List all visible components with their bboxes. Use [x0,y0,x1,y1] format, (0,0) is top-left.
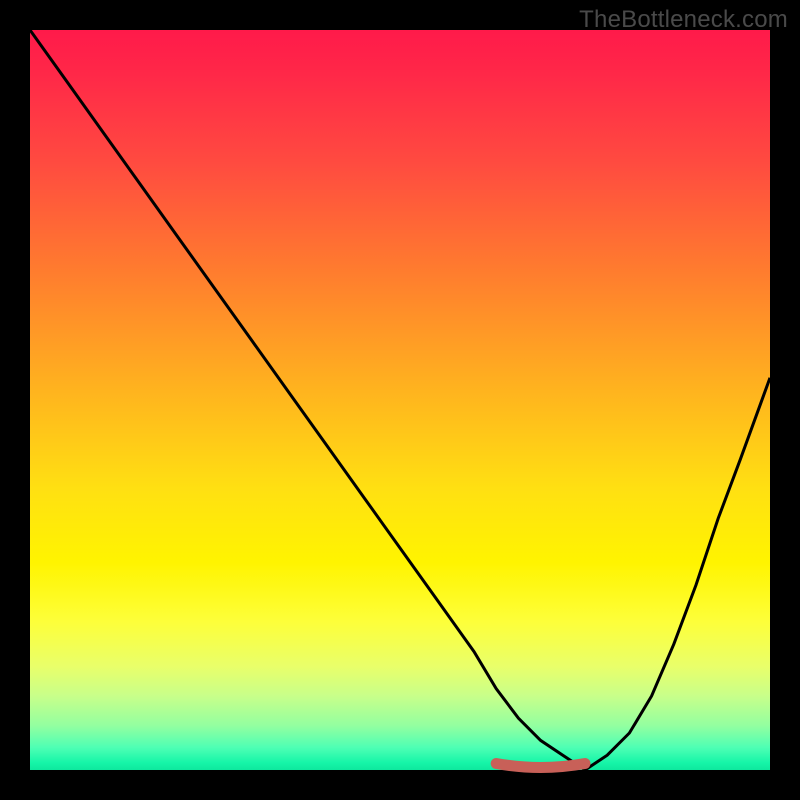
plot-area [30,30,770,770]
watermark-text: TheBottleneck.com [579,6,788,34]
chart-svg [30,30,770,770]
curve-right-branch [585,378,770,770]
curve-left-branch [30,30,585,770]
ridge-segment [496,764,585,768]
